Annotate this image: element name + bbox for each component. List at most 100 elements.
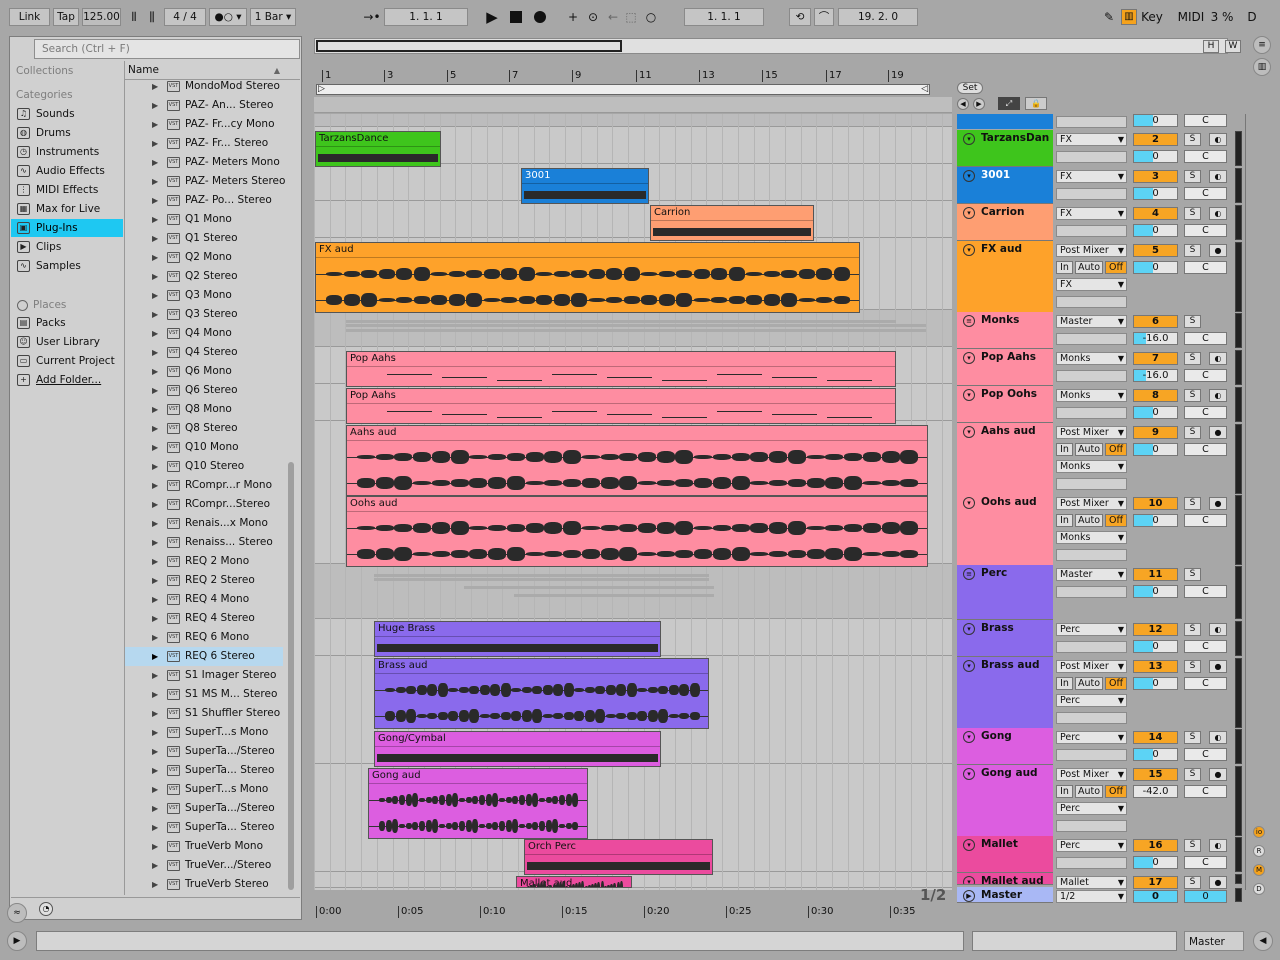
- collections-header[interactable]: Collections: [16, 65, 73, 77]
- solo-button[interactable]: S: [1184, 768, 1201, 781]
- track-number-button[interactable]: 11: [1133, 568, 1178, 581]
- monitor-in-button[interactable]: In: [1056, 514, 1073, 527]
- menu-icon[interactable]: ≡: [1253, 36, 1271, 54]
- volume-field[interactable]: 0: [1133, 748, 1178, 761]
- sidebar-item-drums[interactable]: ◍ Drums: [11, 124, 123, 142]
- output-select[interactable]: Monks ▼: [1056, 460, 1127, 473]
- routing-select[interactable]: Post Mixer ▼: [1056, 768, 1127, 781]
- track-fold-icon[interactable]: ▾: [963, 244, 975, 256]
- expand-arrow-icon[interactable]: ▶: [152, 419, 158, 438]
- expand-arrow-icon[interactable]: ▶: [152, 438, 158, 457]
- track-header-carrion[interactable]: ▾ Carrion: [957, 204, 1053, 241]
- monitor-auto-button[interactable]: Auto: [1075, 443, 1103, 456]
- automation-arm-icon[interactable]: ⊙: [586, 9, 600, 25]
- monitor-auto-button[interactable]: Auto: [1075, 785, 1103, 798]
- monitor-icon[interactable]: ◐: [1209, 731, 1227, 744]
- loop-start-marker-icon[interactable]: ▷: [318, 84, 325, 94]
- delay-icon[interactable]: D: [1253, 883, 1265, 895]
- track-header-gong[interactable]: ▾ Gong: [957, 728, 1053, 765]
- clip[interactable]: Carrion: [650, 205, 814, 241]
- list-item[interactable]: ▶ VST TrueVerb Mono: [125, 837, 283, 856]
- monitor-icon[interactable]: ◐: [1209, 170, 1227, 183]
- track-fold-icon[interactable]: ▾: [963, 768, 975, 780]
- list-item[interactable]: ▶ VST RCompr...Stereo: [125, 495, 283, 514]
- sidebar-item-max-for-live[interactable]: ▦ Max for Live: [11, 200, 123, 218]
- track-header-tarzansdan[interactable]: ▾ TarzansDan: [957, 130, 1053, 167]
- track-header-mallet[interactable]: ▾ Mallet: [957, 836, 1053, 873]
- list-item[interactable]: ▶ VST PAZ- An... Stereo: [125, 96, 283, 115]
- track-fold-icon[interactable]: ▾: [963, 170, 975, 182]
- solo-button[interactable]: S: [1184, 133, 1201, 146]
- detail-view-icon[interactable]: ◀: [1253, 931, 1273, 951]
- list-item[interactable]: ▶ VST Q6 Mono: [125, 362, 283, 381]
- back-to-arrangement-icon[interactable]: ←: [606, 9, 620, 25]
- list-item[interactable]: ▶ VST Q10 Mono: [125, 438, 283, 457]
- volume-field[interactable]: 0: [1133, 856, 1178, 869]
- track-header-oohs-aud[interactable]: ▾ Oohs aud: [957, 494, 1053, 566]
- search-input[interactable]: Search (Ctrl + F): [34, 39, 300, 59]
- monitor-icon[interactable]: ◐: [1209, 623, 1227, 636]
- record-arm-icon[interactable]: ●: [1209, 497, 1227, 510]
- capture-icon[interactable]: ⬚: [624, 9, 638, 25]
- sidebar-item-plug-ins[interactable]: ▣ Plug-Ins: [11, 219, 123, 237]
- expand-arrow-icon[interactable]: ▶: [152, 666, 158, 685]
- pan-field[interactable]: C: [1184, 514, 1227, 527]
- expand-arrow-icon[interactable]: ▶: [152, 647, 158, 666]
- track-number-button[interactable]: 14: [1133, 731, 1178, 744]
- song-position[interactable]: 1. 1. 1: [384, 8, 468, 26]
- clip[interactable]: Gong aud: [368, 768, 588, 839]
- selected-track-indicator[interactable]: Master: [1184, 931, 1244, 951]
- preview-icon[interactable]: ◔: [39, 902, 53, 916]
- routing-select[interactable]: FX ▼: [1056, 207, 1127, 220]
- volume-field[interactable]: 0: [1133, 443, 1178, 456]
- io-icon[interactable]: io: [1253, 826, 1265, 838]
- clip[interactable]: Oohs aud: [346, 496, 928, 567]
- volume-field[interactable]: 0: [1133, 224, 1178, 237]
- list-item[interactable]: ▶ VST Q8 Stereo: [125, 419, 283, 438]
- pan-field[interactable]: C: [1184, 332, 1227, 345]
- routing-select[interactable]: Post Mixer ▼: [1056, 660, 1127, 673]
- track-header-fx-aud[interactable]: ▾ FX aud: [957, 241, 1053, 313]
- routing-select[interactable]: Perc ▼: [1056, 623, 1127, 636]
- pan-field[interactable]: C: [1184, 150, 1227, 163]
- volume-field[interactable]: 0: [1133, 406, 1178, 419]
- pan-field[interactable]: C: [1184, 640, 1227, 653]
- return-icon[interactable]: R: [1253, 845, 1265, 857]
- track-number-button[interactable]: 7: [1133, 352, 1178, 365]
- output-select[interactable]: Monks ▼: [1056, 531, 1127, 544]
- expand-arrow-icon[interactable]: ▶: [152, 172, 158, 191]
- expand-arrow-icon[interactable]: ▶: [152, 191, 158, 210]
- w-button[interactable]: W: [1225, 40, 1241, 53]
- tap-button[interactable]: Tap: [53, 8, 79, 26]
- expand-arrow-icon[interactable]: ▶: [152, 590, 158, 609]
- loop-brace[interactable]: ▷ ◁: [316, 84, 930, 95]
- monitor-auto-button[interactable]: Auto: [1075, 261, 1103, 274]
- routing-select[interactable]: FX ▼: [1056, 170, 1127, 183]
- track-number-button[interactable]: 9: [1133, 426, 1178, 439]
- monitor-off-button[interactable]: Off: [1105, 785, 1127, 798]
- track-number-button[interactable]: 13: [1133, 660, 1178, 673]
- monitor-icon[interactable]: ◐: [1209, 352, 1227, 365]
- record-icon[interactable]: [534, 11, 546, 23]
- output-select[interactable]: Perc ▼: [1056, 802, 1127, 815]
- key-map-button[interactable]: Key: [1140, 9, 1164, 25]
- solo-button[interactable]: S: [1184, 352, 1201, 365]
- clip[interactable]: 3001: [521, 168, 649, 204]
- group-fold-icon[interactable]: ≡: [963, 315, 975, 327]
- expand-arrow-icon[interactable]: ▶: [152, 552, 158, 571]
- routing-select[interactable]: Master ▼: [1056, 315, 1127, 328]
- monitor-in-button[interactable]: In: [1056, 443, 1073, 456]
- link-button[interactable]: Link: [9, 8, 50, 26]
- routing-select[interactable]: Monks ▼: [1056, 352, 1127, 365]
- expand-arrow-icon[interactable]: ▶: [152, 742, 158, 761]
- track-fold-icon[interactable]: ▾: [963, 876, 975, 884]
- track-fold-icon[interactable]: ▾: [963, 352, 975, 364]
- list-item[interactable]: ▶ VST TrueVer.../Stereo: [125, 856, 283, 875]
- volume-field[interactable]: -16.0: [1133, 369, 1178, 382]
- session-record-icon[interactable]: ○: [644, 9, 658, 25]
- monitor-in-button[interactable]: In: [1056, 677, 1073, 690]
- stop-icon[interactable]: [510, 11, 522, 23]
- monitor-in-button[interactable]: In: [1056, 785, 1073, 798]
- list-item[interactable]: ▶ VST PAZ- Fr...cy Mono: [125, 115, 283, 134]
- time-signature[interactable]: 4 / 4: [164, 8, 206, 26]
